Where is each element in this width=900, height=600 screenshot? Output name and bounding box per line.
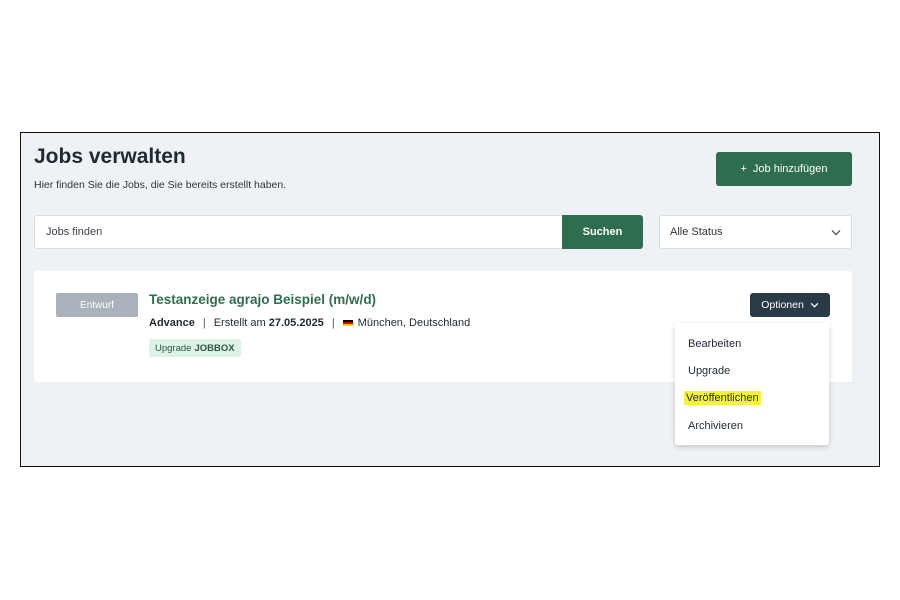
job-title-link[interactable]: Testanzeige agrajo Beispiel (m/w/d): [149, 292, 376, 307]
upgrade-jobbox-tag[interactable]: Upgrade JOBBOX: [149, 339, 241, 357]
meta-separator: |: [202, 317, 206, 329]
menu-item-archivieren[interactable]: Archivieren: [686, 419, 745, 433]
menu-item-veroeffentlichen[interactable]: Veröffentlichen: [684, 391, 761, 405]
job-search-input[interactable]: [34, 215, 562, 249]
created-label: Erstellt am: [213, 317, 266, 329]
job-plan: Advance: [149, 317, 195, 329]
german-flag-icon: [342, 319, 353, 327]
status-filter-select[interactable]: Alle Status: [659, 215, 852, 249]
created-date: 27.05.2025: [268, 317, 324, 329]
job-location: München, Deutschland: [357, 317, 471, 329]
jobs-page: Jobs verwalten Hier finden Sie die Jobs,…: [20, 132, 880, 467]
meta-separator: |: [331, 317, 335, 329]
upgrade-tag-product: JOBBOX: [194, 342, 235, 354]
menu-item-upgrade[interactable]: Upgrade: [686, 364, 732, 378]
search-button[interactable]: Suchen: [562, 215, 643, 249]
status-badge: Entwurf: [56, 293, 138, 317]
upgrade-tag-prefix: Upgrade: [155, 342, 192, 354]
add-job-button[interactable]: + Job hinzufügen: [716, 152, 852, 186]
add-job-button-label: Job hinzufügen: [752, 163, 828, 175]
options-dropdown-menu: Bearbeiten Upgrade Veröffentlichen Archi…: [675, 323, 829, 445]
plus-icon: +: [740, 163, 747, 175]
options-button[interactable]: Optionen: [750, 293, 830, 317]
chevron-down-icon: [810, 302, 819, 308]
options-button-label: Optionen: [761, 299, 804, 311]
job-meta: Advance | Erstellt am 27.05.2025 | Münch…: [149, 317, 470, 329]
page-subtitle: Hier finden Sie die Jobs, die Sie bereit…: [34, 179, 287, 191]
menu-item-bearbeiten[interactable]: Bearbeiten: [686, 337, 743, 351]
page-title: Jobs verwalten: [34, 145, 186, 168]
chevron-down-icon: [831, 229, 841, 235]
status-filter-value: Alle Status: [670, 226, 723, 238]
